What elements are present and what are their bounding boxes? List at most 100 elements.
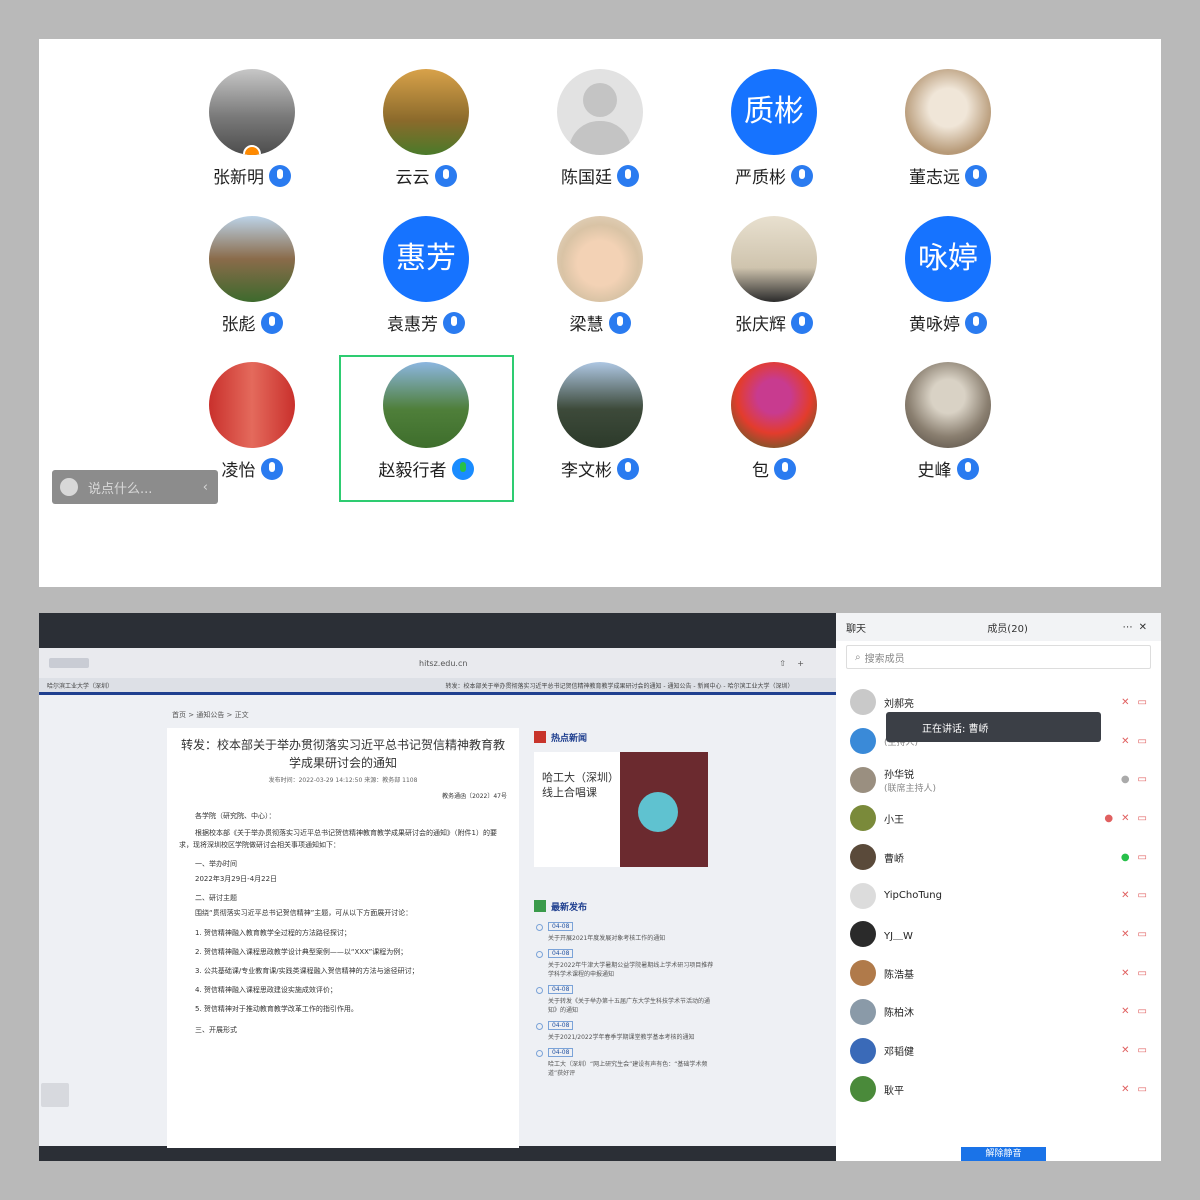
browser-tab[interactable]: 转发：校本部关于举办贯彻落实习近平总书记贺信精神教育教学成果研讨会的通知 - 通…	[438, 678, 837, 692]
news-date: 04-08	[548, 985, 574, 994]
avatar	[731, 216, 817, 302]
mic-muted-icon[interactable]: ✕	[1121, 1045, 1129, 1056]
mic-icon	[956, 457, 979, 480]
emoji-icon[interactable]	[60, 478, 78, 496]
list-item: 4. 贺信精神融入课程思政建设实施成效评价；	[195, 986, 337, 995]
participant-tile[interactable]: 赵毅行者	[341, 362, 511, 502]
member-row[interactable]: 邓韬健 ✕ ▭	[836, 1031, 1161, 1070]
avatar	[731, 362, 817, 448]
list-item: 1. 贺信精神融入教育教学全过程的方法路径探讨；	[195, 928, 351, 937]
camera-off-icon[interactable]: ▭	[1138, 929, 1147, 940]
mic-icon	[260, 457, 283, 480]
screen-share-view: hitsz.edu.cn ⇧ + 哈尔滨工业大学（深圳） 转发：校本部关于举办贯…	[39, 613, 1161, 1161]
member-row[interactable]: 孙华锐 (联席主持人) ● ▭	[836, 760, 1161, 799]
share-icon[interactable]: ⇧	[779, 659, 786, 668]
tab-members[interactable]: 成员(20)	[977, 620, 1118, 635]
tab-chat[interactable]: 聊天	[836, 620, 977, 635]
participant-tile[interactable]: 董志远	[863, 69, 1033, 209]
member-name: 邓韬健	[884, 1047, 914, 1059]
participant-tile[interactable]: 梁慧	[515, 216, 685, 356]
camera-off-icon[interactable]: ▭	[1138, 1045, 1147, 1056]
mic-muted-icon[interactable]: ✕	[1121, 736, 1129, 747]
participant-name: 张新明	[213, 168, 264, 188]
mic-icon[interactable]: ●	[1121, 774, 1130, 785]
participant-tile[interactable]: 咏婷 黄咏婷	[863, 216, 1033, 356]
camera-off-icon[interactable]: ▭	[1138, 968, 1147, 979]
mic-muted-icon[interactable]: ✕	[1121, 1006, 1129, 1017]
mic-muted-icon[interactable]: ✕	[1121, 813, 1129, 824]
avatar	[850, 766, 876, 793]
member-row[interactable]: 曹峤 ● ▭	[836, 838, 1161, 877]
list-toggle-icon[interactable]	[41, 1083, 69, 1107]
mic-muted-icon[interactable]: ✕	[1121, 929, 1129, 940]
member-row[interactable]: 陈浩基 ✕ ▭	[836, 954, 1161, 993]
mic-muted-icon[interactable]: ✕	[1121, 968, 1129, 979]
participant-tile[interactable]: 云云	[341, 69, 511, 209]
host-icon	[243, 145, 261, 155]
latest-heading: 最新发布	[551, 902, 588, 913]
participant-name: 张庆辉	[735, 315, 786, 335]
member-row[interactable]: 耿平 ✕ ▭	[836, 1070, 1161, 1109]
participant-tile[interactable]: 张新明	[167, 69, 337, 209]
chevron-left-icon[interactable]: ‹	[203, 480, 218, 495]
paragraph: 2022年3月29日-4月22日	[195, 874, 278, 883]
member-row[interactable]: 小王 ● ✕ ▭	[836, 799, 1161, 838]
participant-tile[interactable]: 李文彬	[515, 362, 685, 502]
avatar-initials: 咏婷	[905, 216, 991, 302]
participant-tile[interactable]: 陈国廷	[515, 69, 685, 209]
camera-off-icon[interactable]: ▭	[1138, 852, 1147, 863]
participant-tile[interactable]: 包	[689, 362, 859, 502]
mic-muted-icon[interactable]: ✕	[1121, 697, 1129, 708]
camera-off-icon[interactable]: ▭	[1138, 774, 1147, 785]
avatar	[905, 69, 991, 155]
speaking-tooltip: 正在讲话: 曹峤	[886, 712, 1101, 742]
hot-news-icon	[534, 731, 546, 743]
mic-muted-icon[interactable]: ✕	[1121, 1084, 1129, 1095]
participant-name: 赵毅行者	[378, 461, 447, 481]
mic-icon	[269, 164, 291, 187]
mic-icon	[791, 164, 813, 187]
shared-screen: hitsz.edu.cn ⇧ + 哈尔滨工业大学（深圳） 转发：校本部关于举办贯…	[39, 613, 836, 1161]
news-item[interactable]: 04-08 哈工大（深圳）“网上研究生会”建设有声有色：“基础学术频道”获好评	[534, 1047, 714, 1077]
participant-name: 严质彬	[735, 168, 786, 188]
hot-news-card[interactable]: 哈工大（深圳）线上合唱课	[534, 752, 708, 867]
member-row[interactable]: YJ＿W ✕ ▭	[836, 915, 1161, 954]
camera-off-icon[interactable]: ▭	[1138, 1084, 1147, 1095]
new-tab-icon[interactable]: +	[797, 659, 804, 668]
browser-tab[interactable]: 哈尔滨工业大学（深圳）	[39, 678, 438, 692]
camera-off-icon[interactable]: ▭	[1138, 697, 1147, 708]
camera-off-icon[interactable]: ▭	[1138, 1006, 1147, 1017]
chat-input[interactable]: 说点什么... ‹	[52, 470, 218, 504]
mic-icon	[443, 311, 465, 334]
mic-muted-icon[interactable]: ✕	[1121, 890, 1129, 901]
news-item[interactable]: 04-08 关于2021/2022学年春季学期课堂教学基本考核的通知	[534, 1020, 714, 1041]
mic-active-icon[interactable]: ●	[1121, 852, 1130, 863]
news-item[interactable]: 04-08 关于2022年牛津大学暑期公益学院暑期线上学术研习项目推荐学科学术课程…	[534, 948, 714, 978]
breadcrumb: 首页 > 通知公告 > 正文	[172, 711, 249, 719]
paragraph: 围绕“贯彻落实习近平总书记贺信精神”主题，可从以下方面展开讨论：	[195, 909, 413, 918]
news-item[interactable]: 04-08 关于开展2021年度发展对象考核工作的通知	[534, 921, 714, 942]
more-icon[interactable]: ⋯	[1119, 622, 1137, 633]
member-row[interactable]: 陈柏沐 ✕ ▭	[836, 993, 1161, 1032]
avatar	[850, 921, 876, 948]
search-input[interactable]: ⌕ 搜索成员	[846, 645, 1151, 669]
mic-icon	[617, 164, 639, 187]
camera-off-icon[interactable]: ▭	[1138, 736, 1147, 747]
unmute-all-button[interactable]: 解除静音	[961, 1147, 1046, 1161]
camera-off-icon[interactable]: ▭	[1138, 813, 1147, 824]
participant-tile[interactable]: 质彬 严质彬	[689, 69, 859, 209]
news-title: 关于开展2021年度发展对象考核工作的通知	[548, 935, 666, 942]
member-name: 孙华锐	[884, 769, 914, 781]
participant-tile[interactable]: 史峰	[863, 362, 1033, 502]
url-text[interactable]: hitsz.edu.cn	[419, 659, 467, 668]
participant-name: 张彪	[221, 315, 256, 335]
participant-tile[interactable]: 张彪	[167, 216, 337, 356]
camera-off-icon[interactable]: ▭	[1138, 890, 1147, 901]
close-icon[interactable]: ✕	[1137, 622, 1161, 633]
participant-tile[interactable]: 张庆辉	[689, 216, 859, 356]
address-bar[interactable]: hitsz.edu.cn ⇧ +	[39, 648, 836, 678]
participant-name: 陈国廷	[561, 168, 612, 188]
participant-tile[interactable]: 惠芳 袁惠芳	[341, 216, 511, 356]
member-row[interactable]: YipChoTung ✕ ▭	[836, 876, 1161, 915]
news-item[interactable]: 04-08 关于转发《关于举办第十五届广东大学生科技学术节活动的通知》的通知	[534, 984, 714, 1014]
